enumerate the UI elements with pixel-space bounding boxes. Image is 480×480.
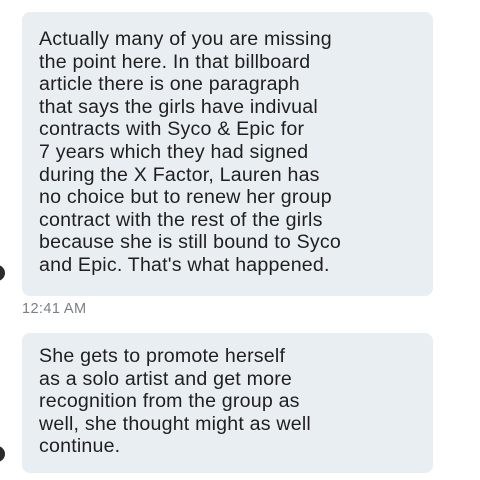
chat-screen: Actually many of you are missing the poi…	[0, 0, 480, 480]
sender-avatar[interactable]	[0, 265, 5, 281]
sender-avatar[interactable]	[0, 446, 5, 462]
message-timestamp: 12:41 AM	[22, 301, 87, 317]
message-bubble[interactable]: Actually many of you are missing the poi…	[22, 12, 433, 296]
message-bubble[interactable]: She gets to promote herself as a solo ar…	[22, 333, 433, 473]
